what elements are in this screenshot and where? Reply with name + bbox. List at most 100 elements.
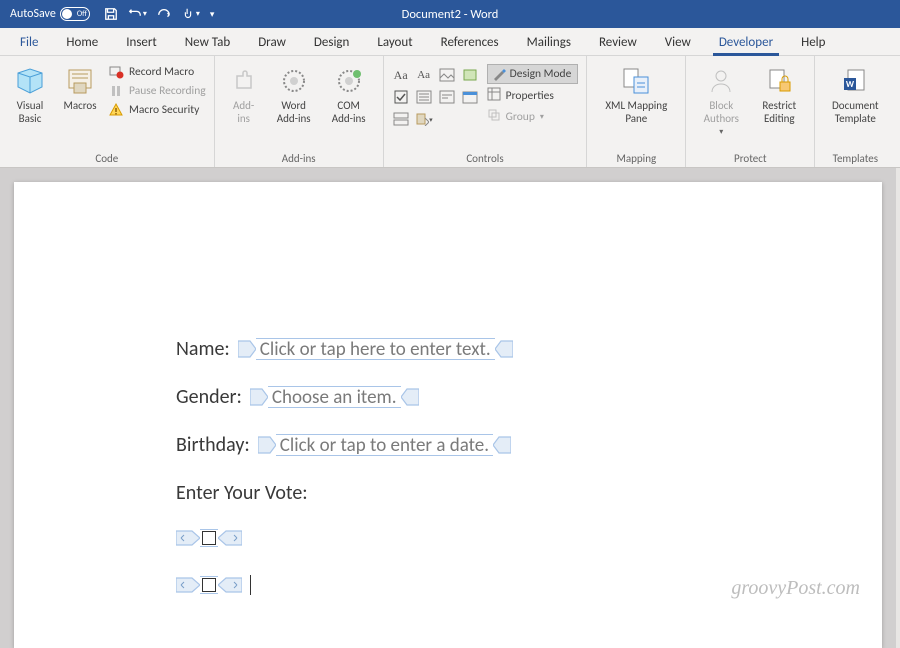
design-mode-button[interactable]: Design Mode <box>487 64 579 84</box>
visual-basic-button[interactable]: Visual Basic <box>8 60 52 149</box>
title-bar: AutoSave Off ▾ ▾ ▾ Document2 - Word <box>0 0 900 28</box>
tab-mailings[interactable]: Mailings <box>513 30 585 55</box>
group-protect: Block Authors ▾ Restrict Editing Protect <box>686 56 815 167</box>
xml-mapping-icon <box>619 64 653 98</box>
tab-help[interactable]: Help <box>787 30 839 55</box>
legacy-tools-icon[interactable]: ▾ <box>415 110 433 128</box>
restrict-editing-icon <box>762 64 796 98</box>
restrict-editing-button[interactable]: Restrict Editing <box>752 60 806 149</box>
group-label-code: Code <box>8 149 206 167</box>
field-gender-row: Gender: Choose an item. <box>176 385 882 409</box>
vote-label-row: Enter Your Vote: <box>176 481 882 505</box>
vote-checkbox-row-1 <box>176 529 882 547</box>
macro-security-button[interactable]: Macro Security <box>108 102 206 118</box>
vote-checkbox-1[interactable] <box>176 529 242 547</box>
group-label-mapping: Mapping <box>595 149 677 167</box>
name-content-control[interactable]: Click or tap here to enter text. <box>238 338 513 360</box>
group-code: Visual Basic Macros Record Macro Pause R… <box>0 56 215 167</box>
visual-basic-icon <box>13 64 47 98</box>
watermark: groovyPost.com <box>731 577 860 600</box>
text-cursor <box>250 575 251 595</box>
group-addins: Add- ins Word Add-ins COM Add-ins Add-in… <box>215 56 384 167</box>
dropdown-control-icon[interactable] <box>438 88 456 106</box>
block-authors-button: Block Authors ▾ <box>694 60 748 149</box>
ribbon: Visual Basic Macros Record Macro Pause R… <box>0 56 900 168</box>
birthday-placeholder: Click or tap to enter a date. <box>276 434 493 456</box>
checkbox-icon <box>202 531 216 545</box>
word-addins-icon <box>277 64 311 98</box>
document-template-icon: W <box>838 64 872 98</box>
birthday-content-control[interactable]: Click or tap to enter a date. <box>258 434 511 456</box>
com-addins-icon <box>332 64 366 98</box>
group-mapping: XML Mapping Pane Mapping <box>587 56 686 167</box>
plain-text-control-icon[interactable]: Aa <box>415 66 433 84</box>
document-template-button[interactable]: W Document Template <box>823 60 887 149</box>
tab-insert[interactable]: Insert <box>112 30 171 55</box>
save-icon[interactable] <box>104 7 118 21</box>
tab-new-tab[interactable]: New Tab <box>171 30 244 55</box>
autosave-toggle[interactable]: Off <box>60 7 90 21</box>
repeating-section-control-icon[interactable] <box>392 110 410 128</box>
redo-button[interactable] <box>157 7 171 21</box>
properties-button[interactable]: Properties <box>487 87 579 105</box>
picture-control-icon[interactable] <box>438 66 456 84</box>
date-picker-control-icon[interactable] <box>461 88 479 106</box>
quick-access-toolbar: ▾ ▾ ▾ <box>104 7 215 21</box>
warning-icon <box>108 102 124 118</box>
rich-text-control-icon[interactable]: Aa <box>392 66 410 84</box>
group-templates: W Document Template Templates <box>815 56 895 167</box>
pause-icon <box>108 83 124 99</box>
name-placeholder: Click or tap here to enter text. <box>256 338 495 360</box>
checkbox-icon <box>202 578 216 592</box>
group-icon <box>487 108 501 126</box>
pause-recording-button: Pause Recording <box>108 83 206 99</box>
combobox-control-icon[interactable] <box>415 88 433 106</box>
tab-developer[interactable]: Developer <box>705 30 787 55</box>
group-label-controls: Controls <box>392 149 579 167</box>
undo-button[interactable]: ▾ <box>128 7 147 21</box>
tab-layout[interactable]: Layout <box>363 30 426 55</box>
group-label-templates: Templates <box>823 149 887 167</box>
record-macro-icon <box>108 64 124 80</box>
name-label: Name: <box>176 337 230 361</box>
tab-draw[interactable]: Draw <box>244 30 300 55</box>
group-controls: Aa Aa ▾ Design <box>384 56 588 167</box>
gender-placeholder: Choose an item. <box>268 386 401 408</box>
document-title: Document2 - Word <box>402 7 499 22</box>
building-block-control-icon[interactable] <box>461 66 479 84</box>
addins-button: Add- ins <box>223 60 265 149</box>
svg-text:W: W <box>846 79 855 90</box>
tab-design[interactable]: Design <box>300 30 363 55</box>
tab-references[interactable]: References <box>427 30 513 55</box>
addins-icon <box>227 64 261 98</box>
tab-home[interactable]: Home <box>52 30 112 55</box>
group-button: Group ▾ <box>487 108 579 126</box>
macros-icon <box>63 64 97 98</box>
autosave-label: AutoSave <box>10 7 56 21</box>
autosave-state: Off <box>77 9 87 19</box>
tab-file[interactable]: File <box>6 30 52 55</box>
gender-label: Gender: <box>176 385 242 409</box>
birthday-label: Birthday: <box>176 433 250 457</box>
tab-review[interactable]: Review <box>585 30 651 55</box>
customize-qat-button[interactable]: ▾ <box>210 9 215 20</box>
vertical-scrollbar[interactable] <box>896 168 900 648</box>
page[interactable]: Name: Click or tap here to enter text. G… <box>14 182 882 648</box>
word-addins-button[interactable]: Word Add-ins <box>269 60 319 149</box>
group-label-addins: Add-ins <box>223 149 375 167</box>
com-addins-button[interactable]: COM Add-ins <box>323 60 375 149</box>
touch-mode-button[interactable]: ▾ <box>181 7 200 21</box>
document-area: Name: Click or tap here to enter text. G… <box>0 168 896 648</box>
gender-content-control[interactable]: Choose an item. <box>250 386 419 408</box>
tab-view[interactable]: View <box>651 30 705 55</box>
xml-mapping-button[interactable]: XML Mapping Pane <box>595 60 677 149</box>
block-authors-icon <box>704 64 738 98</box>
vote-label: Enter Your Vote: <box>176 481 308 505</box>
field-birthday-row: Birthday: Click or tap to enter a date. <box>176 433 882 457</box>
checkbox-control-icon[interactable] <box>392 88 410 106</box>
macros-button[interactable]: Macros <box>56 60 104 149</box>
record-macro-button[interactable]: Record Macro <box>108 64 206 80</box>
ribbon-tabs: File Home Insert New Tab Draw Design Lay… <box>0 28 900 56</box>
vote-checkbox-2[interactable] <box>176 576 242 594</box>
group-label-protect: Protect <box>694 149 806 167</box>
